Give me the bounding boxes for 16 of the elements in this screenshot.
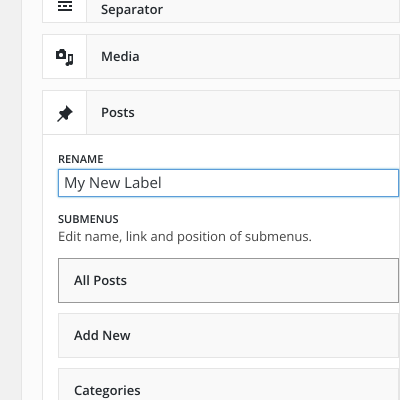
rename-label: RENAME — [58, 153, 104, 167]
submenus-description: Edit name, link and position of submenus. — [58, 227, 313, 245]
camera-and-note-icon — [55, 48, 74, 66]
menu-item-header[interactable]: Posts — [42, 90, 400, 135]
pushpin-icon — [56, 104, 74, 122]
submenus-label: SUBMENUS — [58, 213, 120, 227]
menu-item-header[interactable]: Media — [42, 34, 400, 79]
menu-item-header[interactable]: Separator — [42, 0, 400, 23]
submenu-item[interactable]: Add New — [58, 313, 399, 358]
menu-item-label: Separator — [100, 0, 164, 20]
separator-icon — [56, 1, 72, 11]
menu-item-label: Media — [100, 46, 140, 66]
menu-item-label: Posts — [100, 102, 135, 122]
submenu-item[interactable]: All Posts — [58, 258, 399, 303]
rename-field[interactable]: My New Label — [58, 169, 399, 197]
submenu-item[interactable]: Categories — [58, 368, 399, 400]
